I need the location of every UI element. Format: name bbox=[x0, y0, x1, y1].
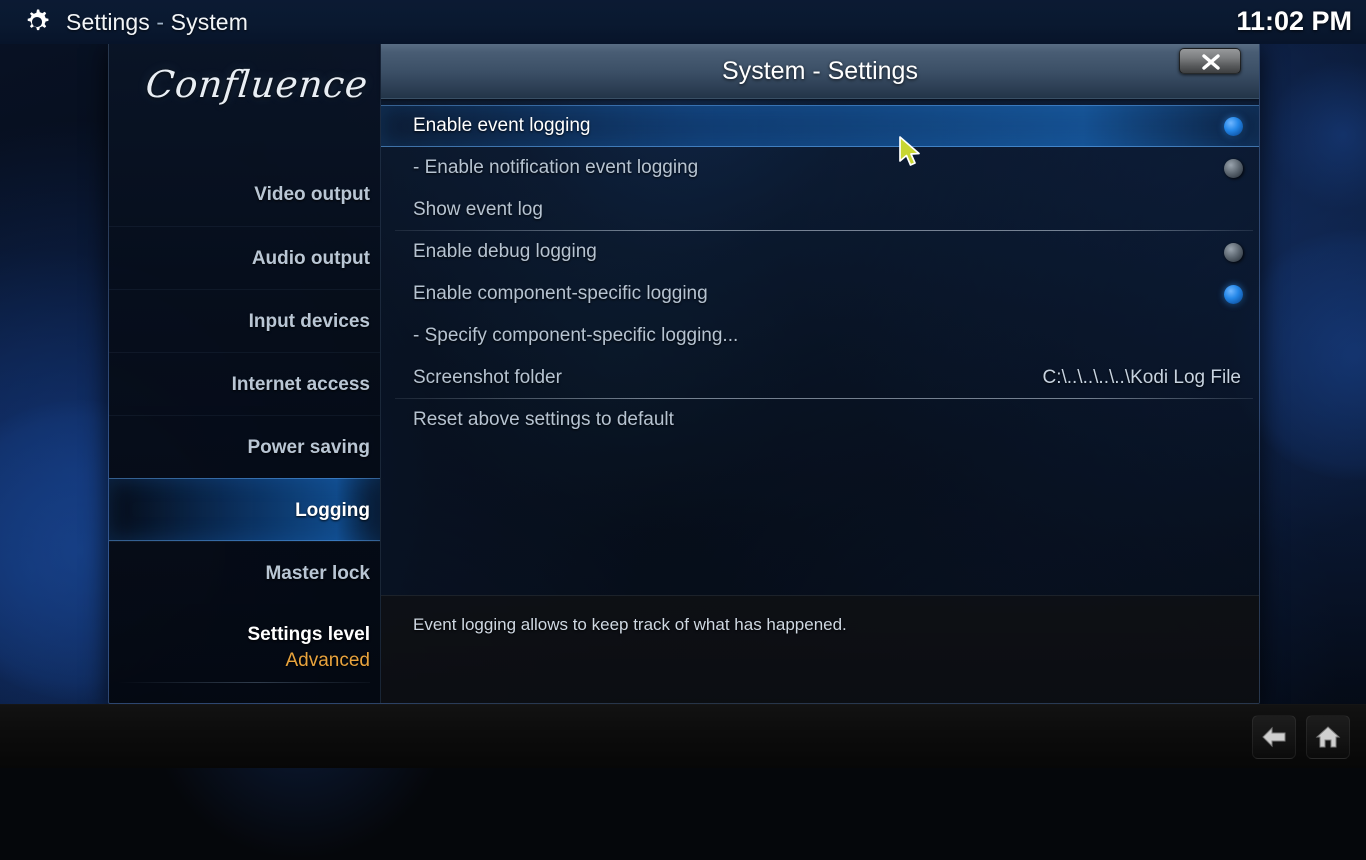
sidebar-item-input-devices[interactable]: Input devices bbox=[109, 289, 380, 352]
sidebar-item-audio-output[interactable]: Audio output bbox=[109, 226, 380, 289]
sidebar-item-label: Video output bbox=[254, 184, 370, 205]
close-button[interactable] bbox=[1179, 48, 1241, 74]
page-title: System - Settings bbox=[381, 43, 1259, 99]
sidebar-item-logging[interactable]: Logging bbox=[109, 478, 380, 541]
close-icon bbox=[1202, 54, 1220, 70]
sidebar-menu: Video output Audio output Input devices Int… bbox=[109, 163, 380, 604]
description-bar: Event logging allows to keep track of wh… bbox=[381, 595, 1259, 703]
top-bar-title: Settings - System bbox=[66, 8, 248, 36]
setting-label: Enable event logging bbox=[413, 115, 590, 137]
sidebar-item-master-lock[interactable]: Master lock bbox=[109, 541, 380, 604]
home-icon bbox=[1315, 725, 1341, 749]
settings-level-box[interactable]: Settings level Advanced bbox=[118, 622, 370, 683]
settings-list: Enable event logging - Enable notificatio… bbox=[381, 105, 1259, 441]
setting-label: - Specify component-specific logging... bbox=[413, 325, 738, 347]
setting-row[interactable]: Enable component-specific logging bbox=[381, 273, 1259, 315]
bokeh-circle bbox=[1268, 60, 1366, 210]
settings-level-label: Settings level bbox=[118, 622, 370, 648]
home-button[interactable] bbox=[1306, 715, 1350, 759]
sidebar: Confluence Video output Audio output Input… bbox=[109, 43, 381, 703]
nav-button-tray bbox=[1252, 715, 1350, 759]
confluence-logo-text: Confluence bbox=[144, 63, 371, 106]
sidebar-item-label: Internet access bbox=[232, 374, 370, 395]
setting-toggle-off[interactable] bbox=[1224, 159, 1243, 178]
setting-label: Enable component-specific logging bbox=[413, 283, 708, 305]
sidebar-item-video-output[interactable]: Video output bbox=[109, 163, 380, 226]
setting-label: Enable debug logging bbox=[413, 241, 597, 263]
setting-toggle-off[interactable] bbox=[1224, 243, 1243, 262]
sidebar-item-label: Power saving bbox=[248, 437, 371, 458]
gear-icon bbox=[22, 7, 52, 37]
divider bbox=[118, 682, 370, 683]
setting-label: - Enable notification event logging bbox=[413, 157, 698, 179]
setting-row[interactable]: Reset above settings to default bbox=[381, 399, 1259, 441]
top-bar-separator: - bbox=[156, 9, 164, 35]
setting-toggle-on[interactable] bbox=[1224, 117, 1243, 136]
confluence-logo: Confluence bbox=[128, 63, 368, 125]
main-panel: System - Settings Enable event logging - … bbox=[381, 43, 1259, 703]
back-arrow-icon bbox=[1261, 726, 1287, 748]
setting-row[interactable]: - Enable notification event logging bbox=[381, 147, 1259, 189]
setting-description: Event logging allows to keep track of wh… bbox=[413, 614, 1235, 636]
setting-label: Reset above settings to default bbox=[413, 409, 674, 431]
sidebar-item-internet-access[interactable]: Internet access bbox=[109, 352, 380, 415]
setting-label: Screenshot folder bbox=[413, 367, 562, 389]
sidebar-item-power-saving[interactable]: Power saving bbox=[109, 415, 380, 478]
sidebar-item-label: Logging bbox=[295, 500, 370, 521]
sidebar-item-label: Master lock bbox=[265, 563, 370, 584]
back-button[interactable] bbox=[1252, 715, 1296, 759]
setting-row[interactable]: Enable debug logging bbox=[381, 231, 1259, 273]
bottom-bar bbox=[0, 704, 1366, 768]
sidebar-item-label: Audio output bbox=[252, 248, 370, 269]
setting-row[interactable]: Enable event logging bbox=[381, 105, 1259, 147]
clock: 11:02 PM bbox=[1236, 5, 1352, 37]
setting-row[interactable]: - Specify component-specific logging... bbox=[381, 315, 1259, 357]
top-bar-app-label: Settings bbox=[66, 9, 150, 35]
dialog-title-bar: System - Settings bbox=[381, 43, 1259, 99]
setting-toggle-on[interactable] bbox=[1224, 285, 1243, 304]
setting-row[interactable]: Screenshot folder C:\..\..\..\..\Kodi Log… bbox=[381, 357, 1259, 399]
top-bar: Settings - System 11:02 PM bbox=[0, 0, 1366, 44]
settings-dialog: Confluence Video output Audio output Input… bbox=[108, 42, 1260, 704]
settings-level-value[interactable]: Advanced bbox=[118, 648, 370, 674]
setting-label: Show event log bbox=[413, 199, 543, 221]
setting-value[interactable]: C:\..\..\..\..\Kodi Log File bbox=[1042, 367, 1243, 389]
top-bar-section-label: System bbox=[171, 9, 248, 35]
setting-row[interactable]: Show event log bbox=[381, 189, 1259, 231]
sidebar-item-label: Input devices bbox=[249, 311, 370, 332]
